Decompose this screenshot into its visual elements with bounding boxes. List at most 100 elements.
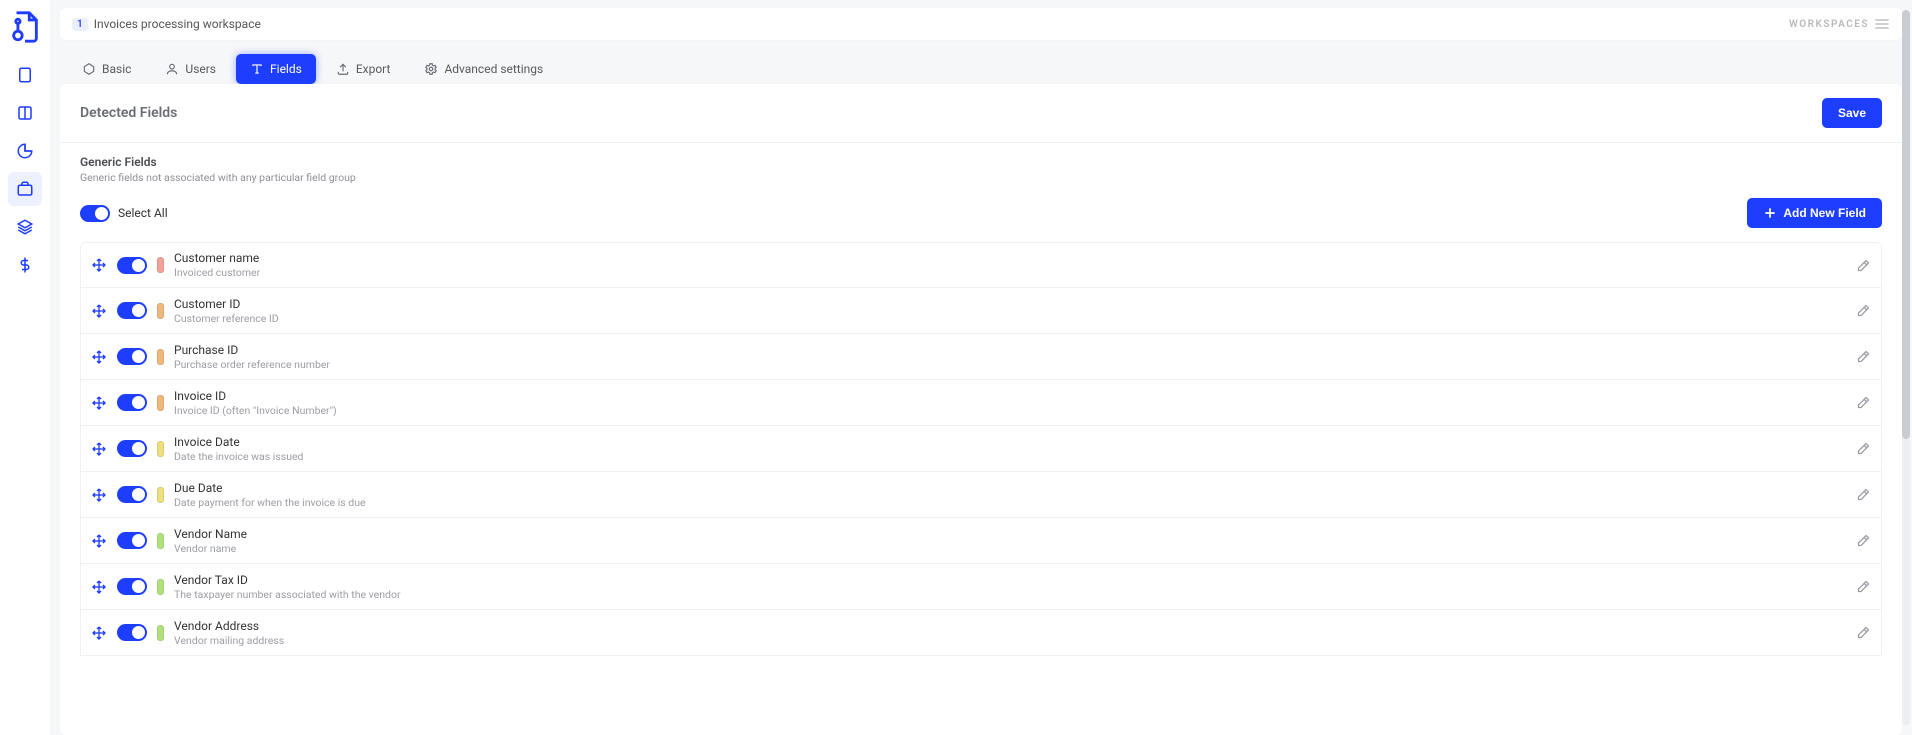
drag-handle-icon[interactable] — [91, 349, 107, 365]
field-description: Date the invoice was issued — [174, 450, 1845, 463]
field-toggle[interactable] — [117, 348, 147, 365]
drag-handle-icon[interactable] — [91, 579, 107, 595]
tab-basic[interactable]: Basic — [68, 54, 145, 84]
workspace-badge: 1 — [72, 18, 88, 31]
tabs-container: Basic Users Fields Export Advanced settings — [60, 48, 1902, 84]
field-toggle[interactable] — [117, 624, 147, 641]
field-toggle[interactable] — [117, 578, 147, 595]
field-description: Date payment for when the invoice is due — [174, 496, 1845, 509]
tab-fields[interactable]: Fields — [236, 54, 316, 84]
edit-field-icon[interactable] — [1855, 625, 1871, 641]
field-description: Purchase order reference number — [174, 358, 1845, 371]
field-toggle[interactable] — [117, 532, 147, 549]
drag-handle-icon[interactable] — [91, 257, 107, 273]
left-sidebar — [0, 0, 50, 735]
save-button[interactable]: Save — [1822, 98, 1882, 128]
upload-icon — [336, 62, 350, 76]
field-toggle[interactable] — [117, 257, 147, 274]
drag-handle-icon[interactable] — [91, 487, 107, 503]
edit-field-icon[interactable] — [1855, 349, 1871, 365]
field-color-chip — [157, 487, 164, 503]
field-row: Invoice DateDate the invoice was issued — [80, 426, 1882, 472]
edit-field-icon[interactable] — [1855, 395, 1871, 411]
field-row: Customer nameInvoiced customer — [80, 242, 1882, 288]
add-new-field-button[interactable]: Add New Field — [1747, 198, 1882, 228]
field-toggle[interactable] — [117, 302, 147, 319]
workspaces-switcher[interactable]: WORKSPACES — [1789, 18, 1890, 30]
workspaces-label: WORKSPACES — [1789, 19, 1869, 30]
edit-field-icon[interactable] — [1855, 441, 1871, 457]
field-title: Customer name — [174, 251, 1845, 265]
field-row: Vendor AddressVendor mailing address — [80, 610, 1882, 656]
field-title: Vendor Name — [174, 527, 1845, 541]
app-logo-icon — [8, 10, 42, 44]
select-all-label: Select All — [118, 206, 168, 220]
fields-panel: Detected Fields Save Generic Fields Gene… — [60, 84, 1902, 735]
topbar: 1 Invoices processing workspace WORKSPAC… — [60, 8, 1902, 40]
field-title: Vendor Address — [174, 619, 1845, 633]
field-toggle[interactable] — [117, 440, 147, 457]
subsection-title: Generic Fields — [80, 155, 1882, 169]
edit-field-icon[interactable] — [1855, 257, 1871, 273]
field-text: Purchase IDPurchase order reference numb… — [174, 343, 1845, 371]
field-text: Invoice IDInvoice ID (often "Invoice Num… — [174, 389, 1845, 417]
tab-label: Fields — [270, 62, 302, 76]
drag-handle-icon[interactable] — [91, 533, 107, 549]
subsection-description: Generic fields not associated with any p… — [80, 171, 1882, 184]
select-all-toggle[interactable] — [80, 205, 110, 222]
edit-field-icon[interactable] — [1855, 487, 1871, 503]
field-color-chip — [157, 441, 164, 457]
field-row: Purchase IDPurchase order reference numb… — [80, 334, 1882, 380]
drag-handle-icon[interactable] — [91, 395, 107, 411]
main-area: 1 Invoices processing workspace WORKSPAC… — [50, 0, 1912, 735]
field-toggle[interactable] — [117, 394, 147, 411]
field-color-chip — [157, 257, 164, 273]
sidebar-item-layers[interactable] — [8, 210, 42, 244]
field-title: Invoice Date — [174, 435, 1845, 449]
sidebar-item-billing[interactable] — [8, 248, 42, 282]
drag-handle-icon[interactable] — [91, 303, 107, 319]
field-row: Vendor Tax IDThe taxpayer number associa… — [80, 564, 1882, 610]
field-row: Customer IDCustomer reference ID — [80, 288, 1882, 334]
edit-field-icon[interactable] — [1855, 303, 1871, 319]
field-description: Invoice ID (often "Invoice Number") — [174, 404, 1845, 417]
field-title: Customer ID — [174, 297, 1845, 311]
field-title: Purchase ID — [174, 343, 1845, 357]
field-text: Vendor NameVendor name — [174, 527, 1845, 555]
tab-advanced-settings[interactable]: Advanced settings — [410, 54, 557, 84]
field-row: Vendor NameVendor name — [80, 518, 1882, 564]
page-scrollbar[interactable] — [1902, 10, 1910, 725]
tab-label: Export — [356, 62, 391, 76]
fields-list: Customer nameInvoiced customerCustomer I… — [60, 242, 1902, 656]
field-title: Invoice ID — [174, 389, 1845, 403]
type-icon — [250, 62, 264, 76]
field-color-chip — [157, 533, 164, 549]
sidebar-item-workspaces[interactable] — [8, 172, 42, 206]
field-description: The taxpayer number associated with the … — [174, 588, 1845, 601]
field-description: Customer reference ID — [174, 312, 1845, 325]
tab-export[interactable]: Export — [322, 54, 405, 84]
field-color-chip — [157, 625, 164, 641]
field-title: Vendor Tax ID — [174, 573, 1845, 587]
field-row: Due DateDate payment for when the invoic… — [80, 472, 1882, 518]
sidebar-item-analytics[interactable] — [8, 134, 42, 168]
gear-icon — [424, 62, 438, 76]
hex-icon — [82, 62, 96, 76]
panel-heading: Detected Fields — [80, 105, 177, 121]
edit-field-icon[interactable] — [1855, 533, 1871, 549]
drag-handle-icon[interactable] — [91, 441, 107, 457]
field-text: Vendor AddressVendor mailing address — [174, 619, 1845, 647]
field-description: Vendor name — [174, 542, 1845, 555]
panel-header: Detected Fields Save — [60, 84, 1902, 143]
tab-label: Users — [185, 62, 216, 76]
edit-field-icon[interactable] — [1855, 579, 1871, 595]
field-description: Invoiced customer — [174, 266, 1845, 279]
drag-handle-icon[interactable] — [91, 625, 107, 641]
tab-users[interactable]: Users — [151, 54, 230, 84]
field-toggle[interactable] — [117, 486, 147, 503]
sidebar-item-documents[interactable] — [8, 58, 42, 92]
generic-fields-section-header: Generic Fields Generic fields not associ… — [60, 143, 1902, 192]
scrollbar-thumb[interactable] — [1902, 10, 1910, 439]
sidebar-item-columns[interactable] — [8, 96, 42, 130]
menu-icon — [1874, 18, 1890, 30]
